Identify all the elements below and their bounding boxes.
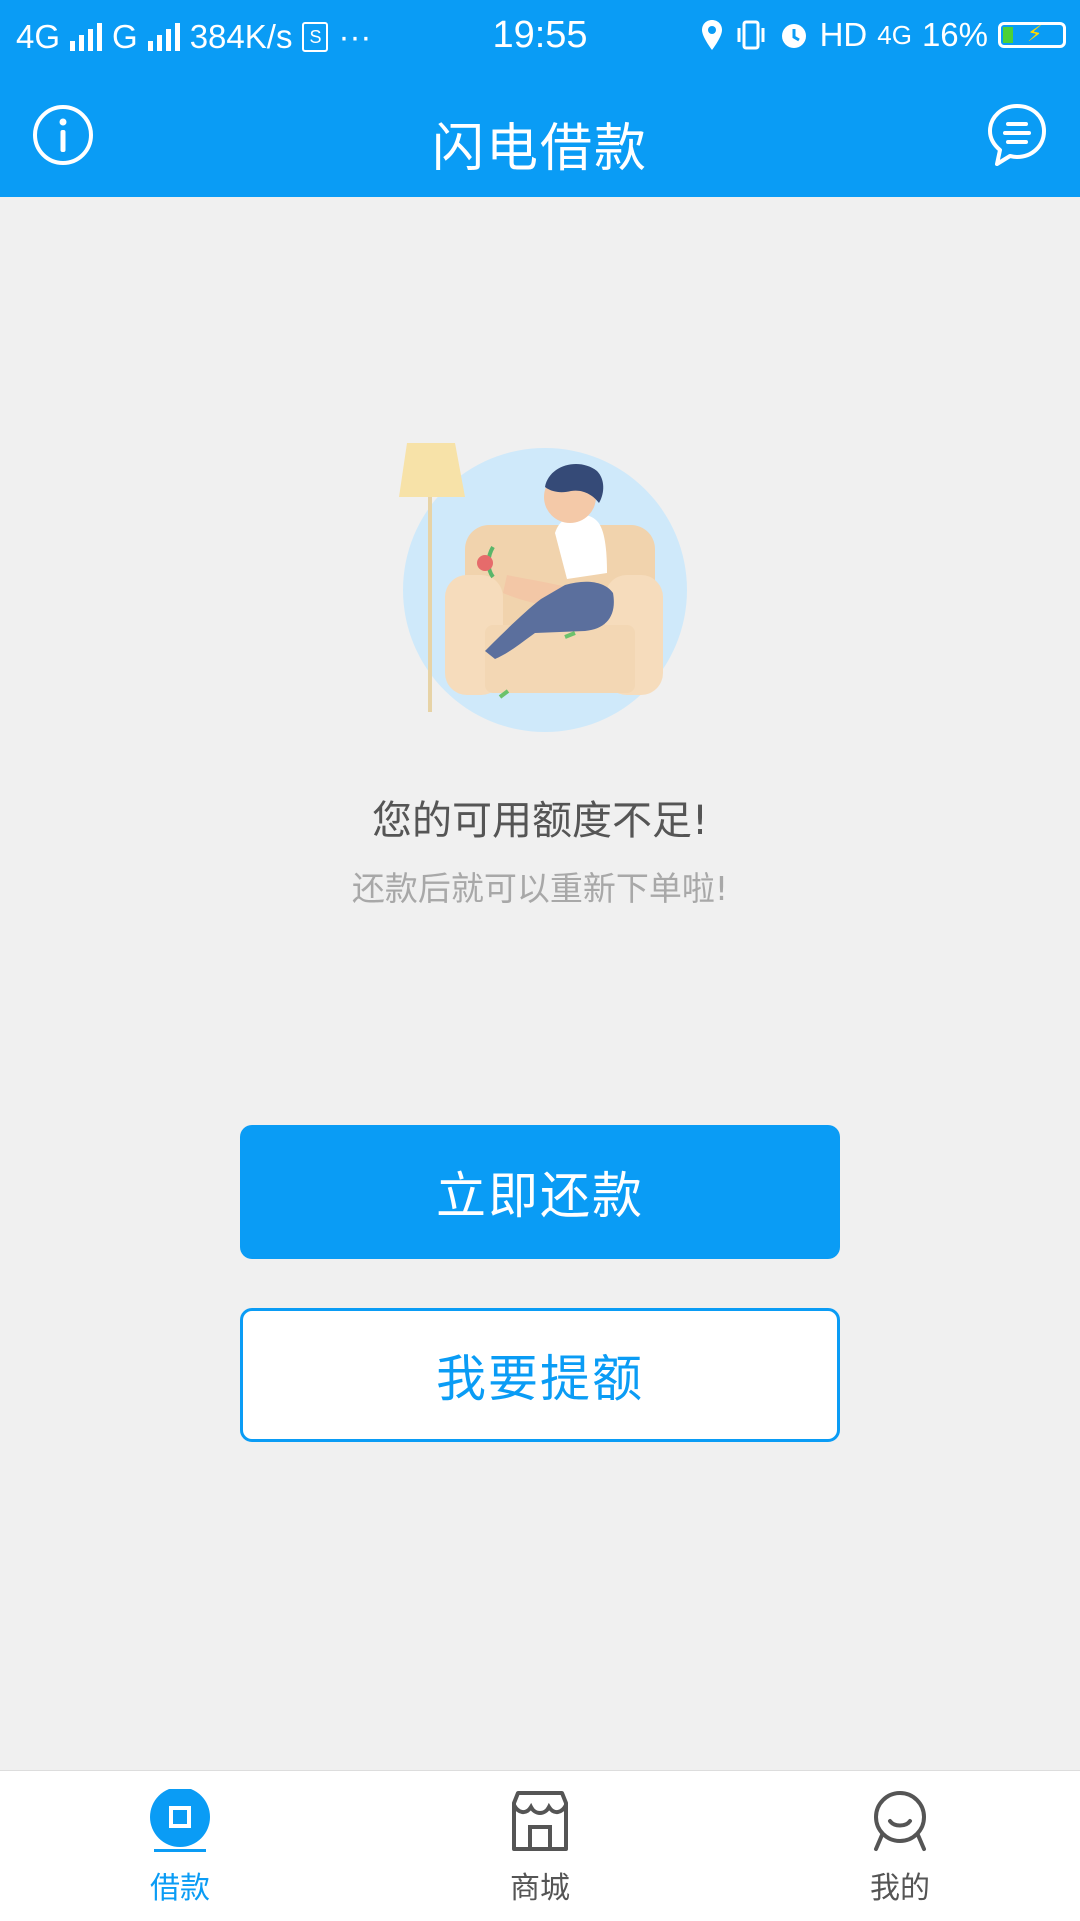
empty-state-illustration xyxy=(399,443,687,732)
battery-icon: ⚡ xyxy=(998,21,1066,48)
chat-bubble-icon[interactable] xyxy=(986,102,1048,168)
tab-store-label: 商城 xyxy=(510,1871,570,1906)
status-bar: 4G G 384K/s S ··· 19:55 HD 4G 16% ⚡ xyxy=(0,0,1080,76)
hd-indicator: HD xyxy=(819,16,868,53)
store-icon xyxy=(512,1791,568,1851)
profile-icon xyxy=(874,1791,926,1851)
tab-loan[interactable]: 借款 xyxy=(0,1771,360,1921)
repay-now-button[interactable]: 立即还款 xyxy=(240,1125,840,1259)
alarm-icon xyxy=(781,24,806,48)
vibrate-icon xyxy=(737,20,765,50)
app-header: 闪电借款 xyxy=(0,76,1080,197)
tab-loan-label: 借款 xyxy=(150,1871,210,1906)
loan-icon xyxy=(150,1789,210,1852)
network-4g-indicator: 4G xyxy=(877,19,912,50)
page-title: 闪电借款 xyxy=(431,119,648,179)
location-icon xyxy=(701,20,722,50)
battery-percent: 16% xyxy=(921,16,988,53)
tab-store[interactable]: 商城 xyxy=(360,1771,720,1921)
notice-subtitle: 还款后就可以重新下单啦! xyxy=(351,869,729,908)
raise-limit-button[interactable]: 我要提额 xyxy=(240,1308,840,1442)
tab-profile-label: 我的 xyxy=(870,1871,930,1906)
notice-title: 您的可用额度不足! xyxy=(371,798,709,844)
bottom-tab-bar: 借款 商城 我的 xyxy=(0,1770,1080,1921)
tab-profile[interactable]: 我的 xyxy=(720,1771,1080,1921)
